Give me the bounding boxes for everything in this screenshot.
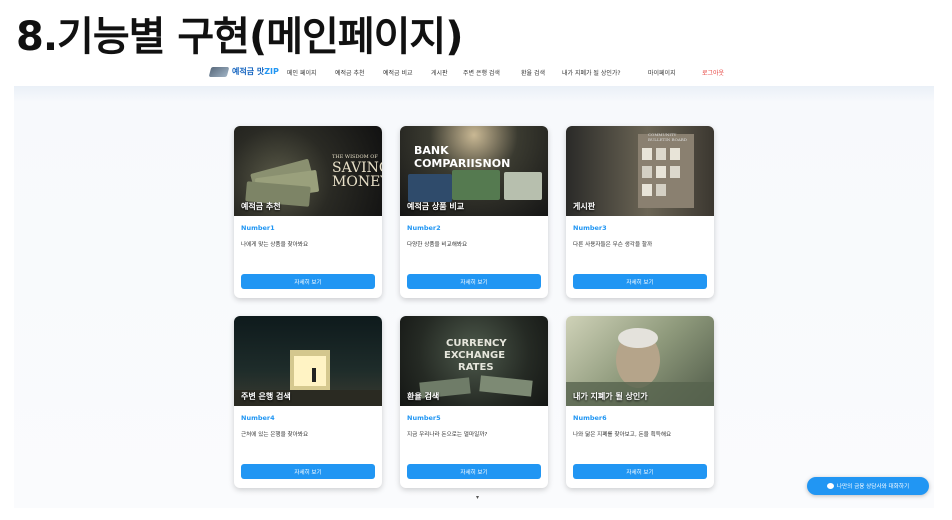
nav-logout[interactable]: 로그아웃 — [702, 68, 724, 77]
detail-button[interactable]: 자세히 보기 — [573, 464, 707, 479]
card-caption: 예적금 추천 — [241, 202, 281, 211]
card-image: 주변 은행 검색 — [234, 316, 382, 406]
card-description: 나에게 맞는 상품을 찾아봐요 — [241, 242, 309, 248]
card-image: THE WISDOM OF SAVING MONEY. 예적금 추천 — [234, 126, 382, 216]
card-caption: 내가 지폐가 될 상인가 — [573, 392, 648, 401]
card-description: 다양한 상품을 비교해봐요 — [407, 242, 468, 248]
detail-button[interactable]: 자세히 보기 — [241, 274, 375, 289]
nav-mypage[interactable]: 마이페이지 — [648, 68, 676, 77]
chat-bubble-icon — [826, 483, 834, 489]
brand-name: 예적금 맛ZIP — [232, 67, 279, 76]
card-description: 근처에 있는 은행을 찾아봐요 — [241, 432, 309, 438]
card-number: Number1 — [241, 224, 275, 232]
nav-main-page[interactable]: 메인 페이지 — [287, 68, 317, 77]
brand-logo-link[interactable]: 예적금 맛ZIP — [208, 66, 279, 77]
card-exchange-rate: CURRENCY EXCHANGE RATES 환율 검색 Number5 지금… — [400, 316, 548, 488]
card-bank-search: 주변 은행 검색 Number4 근처에 있는 은행을 찾아봐요 자세히 보기 — [234, 316, 382, 488]
card-number: Number6 — [573, 414, 607, 422]
card-caption: 주변 은행 검색 — [241, 392, 291, 401]
slide-title: 8.기능별 구현(메인페이지) — [16, 14, 464, 60]
chat-consultant-button[interactable]: 나만의 금융 상담사와 대화하기 — [807, 477, 929, 495]
card-description: 지금 우리나라 돈으로는 얼마일까? — [407, 432, 488, 438]
card-number: Number4 — [241, 414, 275, 422]
card-caption: 게시판 — [573, 202, 596, 211]
card-description: 다른 사용자들은 무슨 생각을 할까 — [573, 242, 653, 248]
nav-savings-compare[interactable]: 예적금 비교 — [383, 68, 413, 77]
detail-button[interactable]: 자세히 보기 — [407, 274, 541, 289]
card-image: COMMUNITY BULLETIN BOARD 게시판 — [566, 126, 714, 216]
card-savings-recommend: THE WISDOM OF SAVING MONEY. 예적금 추천 Numbe… — [234, 126, 382, 298]
card-number: Number2 — [407, 224, 441, 232]
card-caption: 예적금 상품 비교 — [407, 202, 465, 211]
card-image: CURRENCY EXCHANGE RATES 환율 검색 — [400, 316, 548, 406]
card-image: 내가 지폐가 될 상인가 — [566, 316, 714, 406]
card-banknote-face: 내가 지폐가 될 상인가 Number6 나와 닮은 지폐를 찾아보고, 돈을 … — [566, 316, 714, 488]
nav-bank-search[interactable]: 주변 은행 검색 — [463, 68, 500, 77]
card-board: COMMUNITY BULLETIN BOARD 게시판 Number3 다른 … — [566, 126, 714, 298]
money-logo-icon — [208, 66, 230, 77]
scroll-down-icon[interactable]: ▾ — [476, 494, 479, 501]
top-navbar: 예적금 맛ZIP 메인 페이지 예적금 추천 예적금 비교 게시판 주변 은행 … — [14, 60, 934, 86]
card-caption: 환율 검색 — [407, 392, 440, 401]
card-number: Number5 — [407, 414, 441, 422]
nav-savings-recommend[interactable]: 예적금 추천 — [335, 68, 365, 77]
nav-board[interactable]: 게시판 — [431, 68, 448, 77]
card-image: BANK COMPARIISNON 예적금 상품 비교 — [400, 126, 548, 216]
nav-exchange-rate[interactable]: 환율 검색 — [521, 68, 545, 77]
card-number: Number3 — [573, 224, 607, 232]
nav-banknote-face[interactable]: 내가 지폐가 될 상인가? — [562, 68, 621, 77]
card-description: 나와 닮은 지폐를 찾아보고, 돈을 획득해요 — [573, 432, 672, 438]
chat-button-label: 나만의 금융 상담사와 대화하기 — [836, 484, 910, 490]
card-savings-compare: BANK COMPARIISNON 예적금 상품 비교 Number2 다양한 … — [400, 126, 548, 298]
detail-button[interactable]: 자세히 보기 — [407, 464, 541, 479]
detail-button[interactable]: 자세히 보기 — [241, 464, 375, 479]
detail-button[interactable]: 자세히 보기 — [573, 274, 707, 289]
